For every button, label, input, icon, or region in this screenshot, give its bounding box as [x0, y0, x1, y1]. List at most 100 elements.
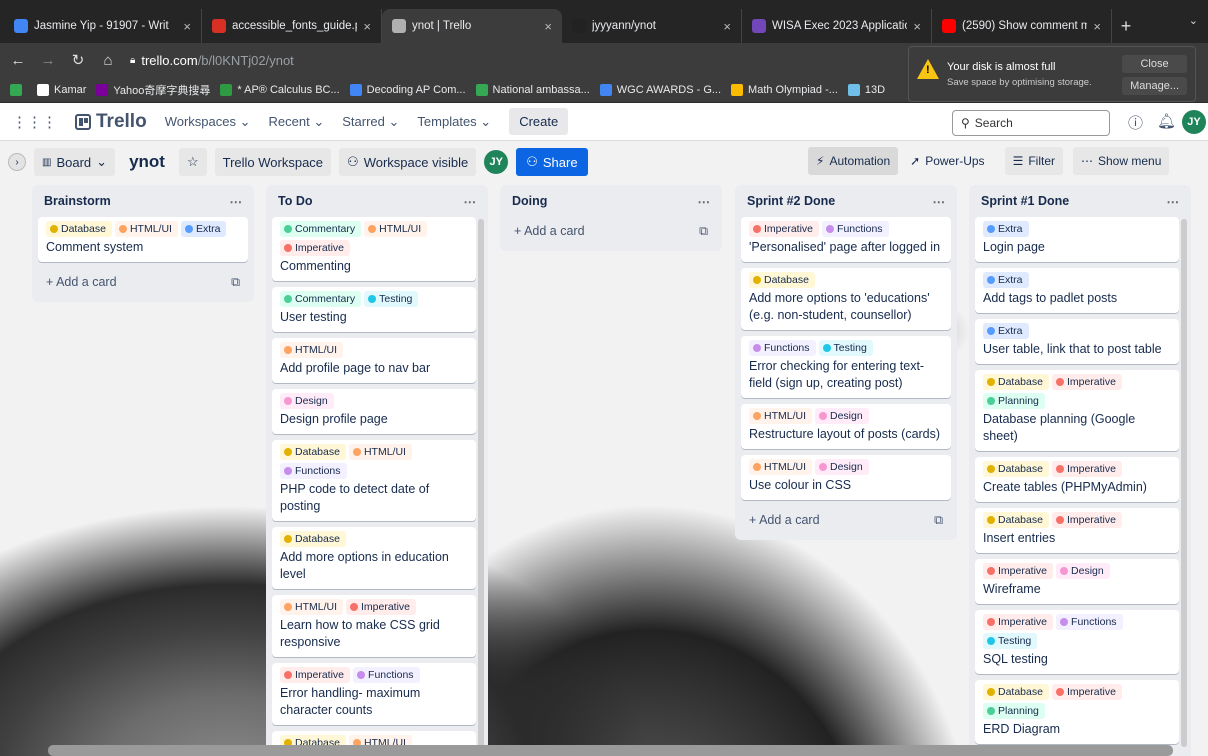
card-label[interactable]: Extra [983, 272, 1029, 288]
list-title[interactable]: Sprint #1 Done [981, 194, 1069, 208]
member-avatar[interactable]: JY [484, 150, 509, 174]
card-label[interactable]: Functions [749, 340, 816, 356]
card-label[interactable]: HTML/UI [348, 444, 412, 460]
add-card-button[interactable]: + Add a card ⧉ [741, 506, 951, 534]
card-label[interactable]: Functions [353, 667, 420, 683]
app-switcher-icon[interactable]: ⋮⋮⋮ [12, 113, 57, 131]
browser-tab[interactable]: jyyyann/ynot × [562, 9, 742, 43]
close-icon[interactable]: × [1093, 19, 1101, 34]
list-menu-icon[interactable]: ⋯ [933, 194, 946, 209]
templates-menu[interactable]: Templates ⌄ [417, 114, 491, 130]
card-label[interactable]: Design [280, 393, 334, 409]
home-icon[interactable]: ⌂ [100, 52, 116, 69]
card-label[interactable]: Imperative [346, 599, 417, 615]
card-label[interactable]: Imperative [983, 614, 1054, 630]
card-label[interactable]: Extra [983, 221, 1029, 237]
bookmark-item[interactable]: WGC AWARDS - G... [599, 83, 721, 96]
card-label[interactable]: Testing [983, 633, 1038, 649]
card-label[interactable]: Database [280, 444, 346, 460]
list-title[interactable]: Doing [512, 194, 547, 208]
reload-icon[interactable]: ↻ [70, 51, 86, 69]
card-label[interactable]: Database [749, 272, 815, 288]
card-label[interactable]: Imperative [983, 563, 1054, 579]
card[interactable]: Database Add more options to 'educations'… [741, 268, 951, 330]
card-label[interactable]: Imperative [280, 667, 351, 683]
star-board-button[interactable]: ☆ [178, 148, 207, 176]
card-label[interactable]: Functions [1056, 614, 1123, 630]
browser-tab[interactable]: Jasmine Yip - 91907 - Writ × [4, 9, 202, 43]
card-label[interactable]: HTML/UI [280, 599, 343, 615]
card-label[interactable]: HTML/UI [749, 408, 812, 424]
card-label[interactable]: HTML/UI [749, 459, 812, 475]
browser-tab[interactable]: accessible_fonts_guide.pdf × [202, 9, 382, 43]
card[interactable]: Functions Testing Error checking for enter… [741, 336, 951, 398]
tab-search-chevron-icon[interactable]: ⌄ [1189, 14, 1198, 27]
card[interactable]: Commentary Testing User testing [272, 287, 476, 332]
disk-popup-close-button[interactable]: Close [1122, 55, 1187, 73]
disk-popup-manage-button[interactable]: Manage... [1122, 77, 1187, 95]
bookmark-item[interactable]: Math Olympiad -... [731, 83, 838, 96]
card[interactable]: Extra Add tags to padlet posts [975, 268, 1179, 313]
list-menu-icon[interactable]: ⋯ [698, 194, 711, 209]
card[interactable]: Database Imperative Planning Database plann… [975, 370, 1179, 451]
card[interactable]: Database Imperative Planning ERD Diagram [975, 680, 1179, 744]
card-label[interactable]: HTML/UI [364, 221, 428, 237]
board-title[interactable]: ynot [123, 152, 171, 172]
board-horizontal-scrollbar[interactable] [48, 745, 1173, 756]
card-label[interactable]: Commentary [280, 291, 362, 307]
url-field[interactable]: 🔒︎ trello.com/b/l0KNTj02/ynot [130, 53, 294, 68]
card[interactable]: Extra User table, link that to post table [975, 319, 1179, 364]
list-header[interactable]: To Do ⋯ [272, 185, 482, 217]
card-label[interactable]: Database [983, 684, 1049, 700]
list-menu-icon[interactable]: ⋯ [230, 194, 243, 209]
notifications-bell-icon[interactable]: 🔔︎ [1157, 112, 1176, 130]
card-label[interactable]: Database [983, 512, 1049, 528]
browser-tab[interactable]: ynot | Trello × [382, 9, 562, 43]
card[interactable]: Database Imperative Create tables (PHPMyAd… [975, 457, 1179, 502]
user-avatar[interactable]: JY [1182, 110, 1206, 134]
filter-button[interactable]: ☰ Filter [1004, 147, 1063, 175]
bookmark-item[interactable]: National ambassa... [475, 83, 590, 96]
bookmark-item[interactable]: Decoding AP Com... [349, 83, 466, 96]
card[interactable]: Imperative Functions Error handling- maxim… [272, 663, 476, 725]
card[interactable]: Imperative Functions Testing SQL testing [975, 610, 1179, 674]
card-label[interactable]: Design [1056, 563, 1110, 579]
card[interactable]: Database Add more options in education le… [272, 527, 476, 589]
bookmark-item[interactable]: * AP® Calculus BC... [220, 83, 340, 96]
close-icon[interactable]: × [363, 19, 371, 34]
browser-tab[interactable]: (2590) Show comment me × [932, 9, 1112, 43]
card[interactable]: HTML/UI Add profile page to nav bar [272, 338, 476, 383]
card[interactable]: Imperative Functions 'Personalised' page a… [741, 217, 951, 262]
card[interactable]: Commentary HTML/UI Imperative Commenting [272, 217, 476, 281]
card[interactable]: Database HTML/UI Functions PHP code to dete… [272, 440, 476, 521]
visibility-button[interactable]: ⚇ Workspace visible [339, 148, 477, 176]
list-header[interactable]: Sprint #1 Done ⋯ [975, 185, 1185, 217]
card-label[interactable]: Design [815, 459, 869, 475]
powerups-button[interactable]: ➚ Power-Ups [902, 147, 992, 175]
card-label[interactable]: Functions [280, 463, 347, 479]
card-label[interactable]: Testing [364, 291, 419, 307]
card-label[interactable]: Planning [983, 393, 1045, 409]
list-vertical-scrollbar[interactable] [1181, 219, 1187, 747]
list-header[interactable]: Brainstorm ⋯ [38, 185, 248, 217]
bookmark-item[interactable]: Yahoo奇摩字典搜尋 [96, 82, 210, 98]
list-title[interactable]: Brainstorm [44, 194, 111, 208]
list-vertical-scrollbar[interactable] [478, 219, 484, 747]
automation-button[interactable]: ⚡︎ Automation [808, 147, 899, 175]
card-label[interactable]: Database [983, 374, 1049, 390]
close-icon[interactable]: × [723, 19, 731, 34]
card-label[interactable]: Extra [983, 323, 1029, 339]
card-template-icon[interactable]: ⧉ [699, 224, 708, 239]
trello-logo[interactable]: Trello [75, 111, 147, 133]
card-label[interactable]: Imperative [1051, 374, 1122, 390]
workspaces-menu[interactable]: Workspaces ⌄ [165, 114, 251, 130]
card-label[interactable]: Planning [983, 703, 1045, 719]
card[interactable]: HTML/UI Design Restructure layout of posts… [741, 404, 951, 449]
card-label[interactable]: Imperative [749, 221, 820, 237]
new-tab-button[interactable]: + [1112, 9, 1140, 43]
card[interactable]: Extra Login page [975, 217, 1179, 262]
list-header[interactable]: Sprint #2 Done ⋯ [741, 185, 951, 217]
close-icon[interactable]: × [183, 19, 191, 34]
card-label[interactable]: Database [46, 221, 112, 237]
card-template-icon[interactable]: ⧉ [934, 513, 943, 528]
